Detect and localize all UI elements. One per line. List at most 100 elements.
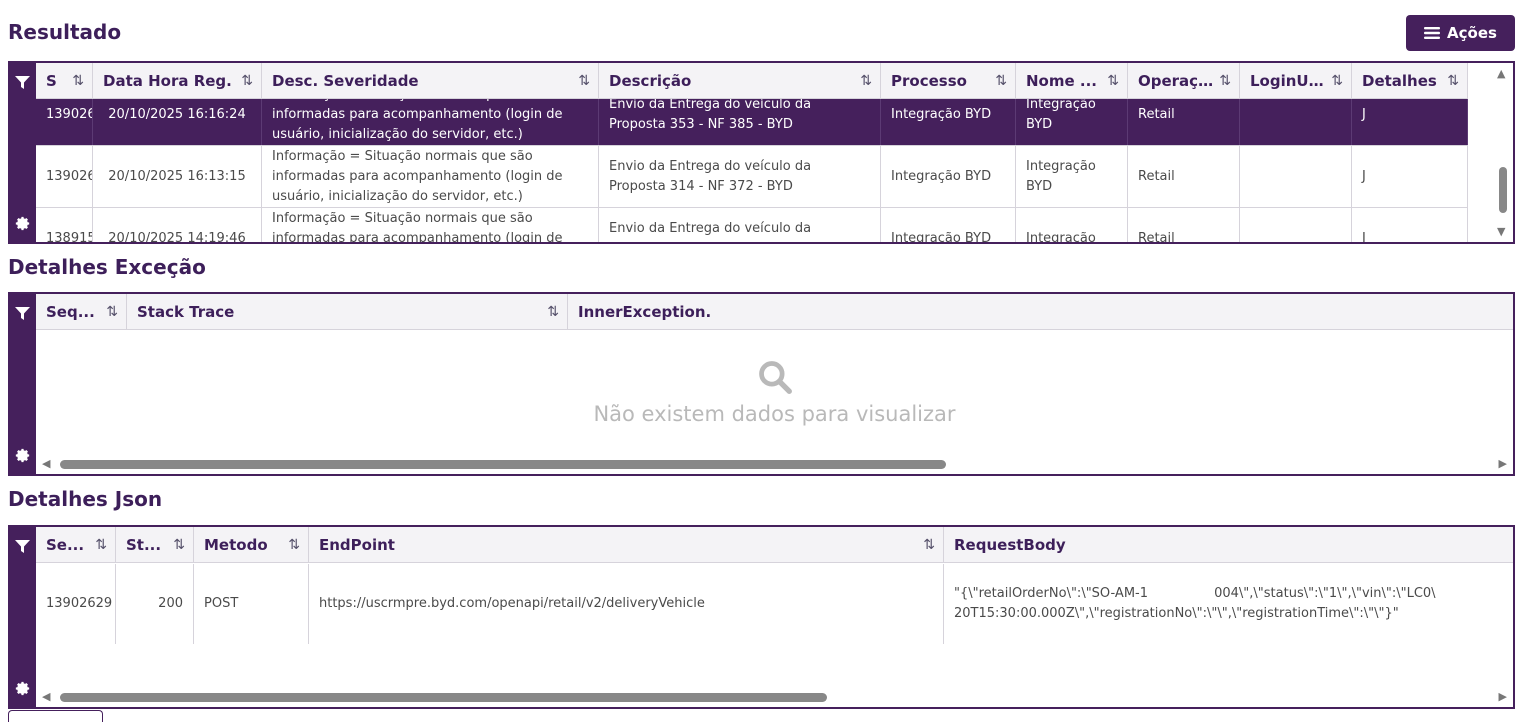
sort-icon[interactable]: ⇅ xyxy=(1219,73,1231,89)
sort-icon[interactable]: ⇅ xyxy=(288,537,300,553)
scrollbar-thumb[interactable] xyxy=(60,460,946,469)
col-header-stack-trace[interactable]: Stack Trace ⇅ xyxy=(127,294,568,330)
col-header-metodo[interactable]: Metodo ⇅ xyxy=(194,527,309,563)
cell-operacao: Retail xyxy=(1128,146,1240,207)
sort-icon[interactable]: ⇅ xyxy=(1331,73,1343,89)
resultado-grid: S⇅ Data Hora Reg.⇅ Desc. Severidade⇅ Des… xyxy=(8,61,1515,244)
scrollbar-thumb[interactable] xyxy=(1499,167,1507,213)
col-header-detalhes[interactable]: Detalhes⇅ xyxy=(1352,63,1468,99)
horizontal-scrollbar[interactable]: ◀ ▶ xyxy=(36,687,1513,707)
table-row[interactable]: 139026 20/10/2025 16:13:15 Informação = … xyxy=(36,146,1468,208)
excecao-table: Seq... ⇅ Stack Trace ⇅ InnerException. Não… xyxy=(36,294,1513,474)
cell-metodo: POST xyxy=(194,564,309,644)
hamburger-icon xyxy=(1424,27,1441,39)
cell-data-hora: 20/10/2025 14:19:46 xyxy=(93,208,262,242)
cell-detalhes: J xyxy=(1352,208,1468,242)
cell-login xyxy=(1240,146,1352,207)
search-icon xyxy=(758,361,792,394)
sort-icon[interactable]: ⇅ xyxy=(173,537,185,553)
cell-data-hora: 20/10/2025 16:13:15 xyxy=(93,146,262,207)
col-header-desc-severidade[interactable]: Desc. Severidade⇅ xyxy=(262,63,599,99)
sort-icon[interactable]: ⇅ xyxy=(547,304,559,320)
sort-icon[interactable]: ⇅ xyxy=(1447,73,1459,89)
grid-sidebar xyxy=(10,63,36,242)
col-header-nome[interactable]: Nome ...⇅ xyxy=(1016,63,1128,99)
scroll-down-icon[interactable]: ▼ xyxy=(1497,225,1505,238)
cell-detalhes: J xyxy=(1352,146,1468,207)
cell-processo: Integração BYD xyxy=(881,146,1016,207)
gear-icon[interactable] xyxy=(14,680,31,701)
filter-icon[interactable] xyxy=(15,75,30,94)
section-title-excecao: Detalhes Exceção xyxy=(8,255,206,279)
cell-request-body: "{\"retailOrderNo\":\"SO-AM-1 004\",\"st… xyxy=(944,564,1513,644)
cell-seq: 13902629 xyxy=(36,564,116,644)
sort-icon[interactable]: ⇅ xyxy=(860,73,872,89)
grid-sidebar xyxy=(10,527,36,707)
section-title-resultado: Resultado xyxy=(8,20,122,44)
cell-descricao: Envio da Entrega do veículo da Proposta xyxy=(599,208,881,242)
horizontal-scrollbar[interactable]: ◀ ▶ xyxy=(36,454,1513,474)
scrollbar-thumb[interactable] xyxy=(60,693,827,702)
sort-icon[interactable]: ⇅ xyxy=(1107,73,1119,89)
scroll-up-icon[interactable]: ▲ xyxy=(1497,67,1505,80)
sort-icon[interactable]: ⇅ xyxy=(578,73,590,89)
cell-s: 138915 xyxy=(36,208,93,242)
request-body-line: 20T15:30:00.000Z\",\"registrationNo\":\"… xyxy=(954,606,1399,621)
json-header: Se... ⇅ St... ⇅ Metodo ⇅ EndPoint ⇅ RequestB… xyxy=(36,527,1513,563)
request-body-line: "{\"retailOrderNo\":\"SO-AM-1 004\",\"st… xyxy=(954,586,1513,601)
vertical-scrollbar[interactable]: ▲ ▼ xyxy=(1493,63,1513,242)
sort-icon[interactable]: ⇅ xyxy=(923,537,935,553)
cell-nome: Integração xyxy=(1016,208,1128,242)
col-header-data-hora[interactable]: Data Hora Reg.⇅ xyxy=(93,63,262,99)
cell-login xyxy=(1240,208,1352,242)
table-row[interactable]: 13902629 200 POST https://uscrmpre.byd.c… xyxy=(36,564,1513,644)
empty-state: Não existem dados para visualizar xyxy=(36,358,1513,426)
filter-icon[interactable] xyxy=(15,539,30,558)
json-table: Se... ⇅ St... ⇅ Metodo ⇅ EndPoint ⇅ RequestB… xyxy=(36,527,1513,707)
gear-icon[interactable] xyxy=(14,447,31,468)
excecao-grid: Seq... ⇅ Stack Trace ⇅ InnerException. Não… xyxy=(8,292,1515,476)
json-grid: Se... ⇅ St... ⇅ Metodo ⇅ EndPoint ⇅ RequestB… xyxy=(8,525,1515,709)
cell-descricao: Envio da Entrega do veículo da Proposta … xyxy=(599,146,881,207)
cell-desc-severidade: Informação = Situação normais que são in… xyxy=(262,208,599,242)
excecao-header: Seq... ⇅ Stack Trace ⇅ InnerException. xyxy=(36,294,1513,330)
grid-sidebar xyxy=(10,294,36,474)
col-header-s[interactable]: S⇅ xyxy=(36,63,93,99)
sort-icon[interactable]: ⇅ xyxy=(95,537,107,553)
sort-icon[interactable]: ⇅ xyxy=(72,73,84,89)
col-header-operacao[interactable]: Operaç...⇅ xyxy=(1128,63,1240,99)
resultado-header-sticky: S ⇅ Data Hora Reg. ⇅ Desc. Severidade ⇅ Des… xyxy=(36,63,1468,99)
resultado-table: S⇅ Data Hora Reg.⇅ Desc. Severidade⇅ Des… xyxy=(36,63,1513,242)
col-header-status[interactable]: St... ⇅ xyxy=(116,527,194,563)
cell-processo: Integração BYD xyxy=(881,208,1016,242)
cell-endpoint: https://uscrmpre.byd.com/openapi/retail/… xyxy=(309,564,944,644)
sort-icon[interactable]: ⇅ xyxy=(995,73,1007,89)
col-header-endpoint[interactable]: EndPoint ⇅ xyxy=(309,527,944,563)
cell-s: 139026 xyxy=(36,146,93,207)
col-header-login[interactable]: LoginU...⇅ xyxy=(1240,63,1352,99)
scroll-right-icon[interactable]: ▶ xyxy=(1499,690,1507,703)
sort-icon[interactable]: ⇅ xyxy=(241,73,253,89)
filter-icon[interactable] xyxy=(15,306,30,325)
table-row[interactable]: 138915 20/10/2025 14:19:46 Informação = … xyxy=(36,208,1468,242)
actions-button[interactable]: Ações xyxy=(1406,15,1515,51)
scroll-left-icon[interactable]: ◀ xyxy=(42,457,50,470)
col-header-seq[interactable]: Seq... ⇅ xyxy=(36,294,127,330)
bottom-button[interactable] xyxy=(8,710,103,722)
scroll-left-icon[interactable]: ◀ xyxy=(42,690,50,703)
col-header-request-body[interactable]: RequestBody xyxy=(944,527,1513,563)
cell-nome: Integração BYD xyxy=(1016,146,1128,207)
gear-icon[interactable] xyxy=(14,215,31,236)
section-title-json: Detalhes Json xyxy=(8,487,163,511)
cell-desc-severidade: Informação = Situação normais que são in… xyxy=(262,146,599,207)
cell-status: 200 xyxy=(116,564,194,644)
col-header-processo[interactable]: Processo⇅ xyxy=(881,63,1016,99)
actions-button-label: Ações xyxy=(1447,24,1497,42)
cell-operacao: Retail xyxy=(1128,208,1240,242)
empty-message: Não existem dados para visualizar xyxy=(593,402,956,426)
col-header-seq[interactable]: Se... ⇅ xyxy=(36,527,116,563)
scroll-right-icon[interactable]: ▶ xyxy=(1499,457,1507,470)
col-header-descricao[interactable]: Descrição⇅ xyxy=(599,63,881,99)
col-header-inner-exception[interactable]: InnerException. xyxy=(568,294,1513,330)
sort-icon[interactable]: ⇅ xyxy=(106,304,118,320)
